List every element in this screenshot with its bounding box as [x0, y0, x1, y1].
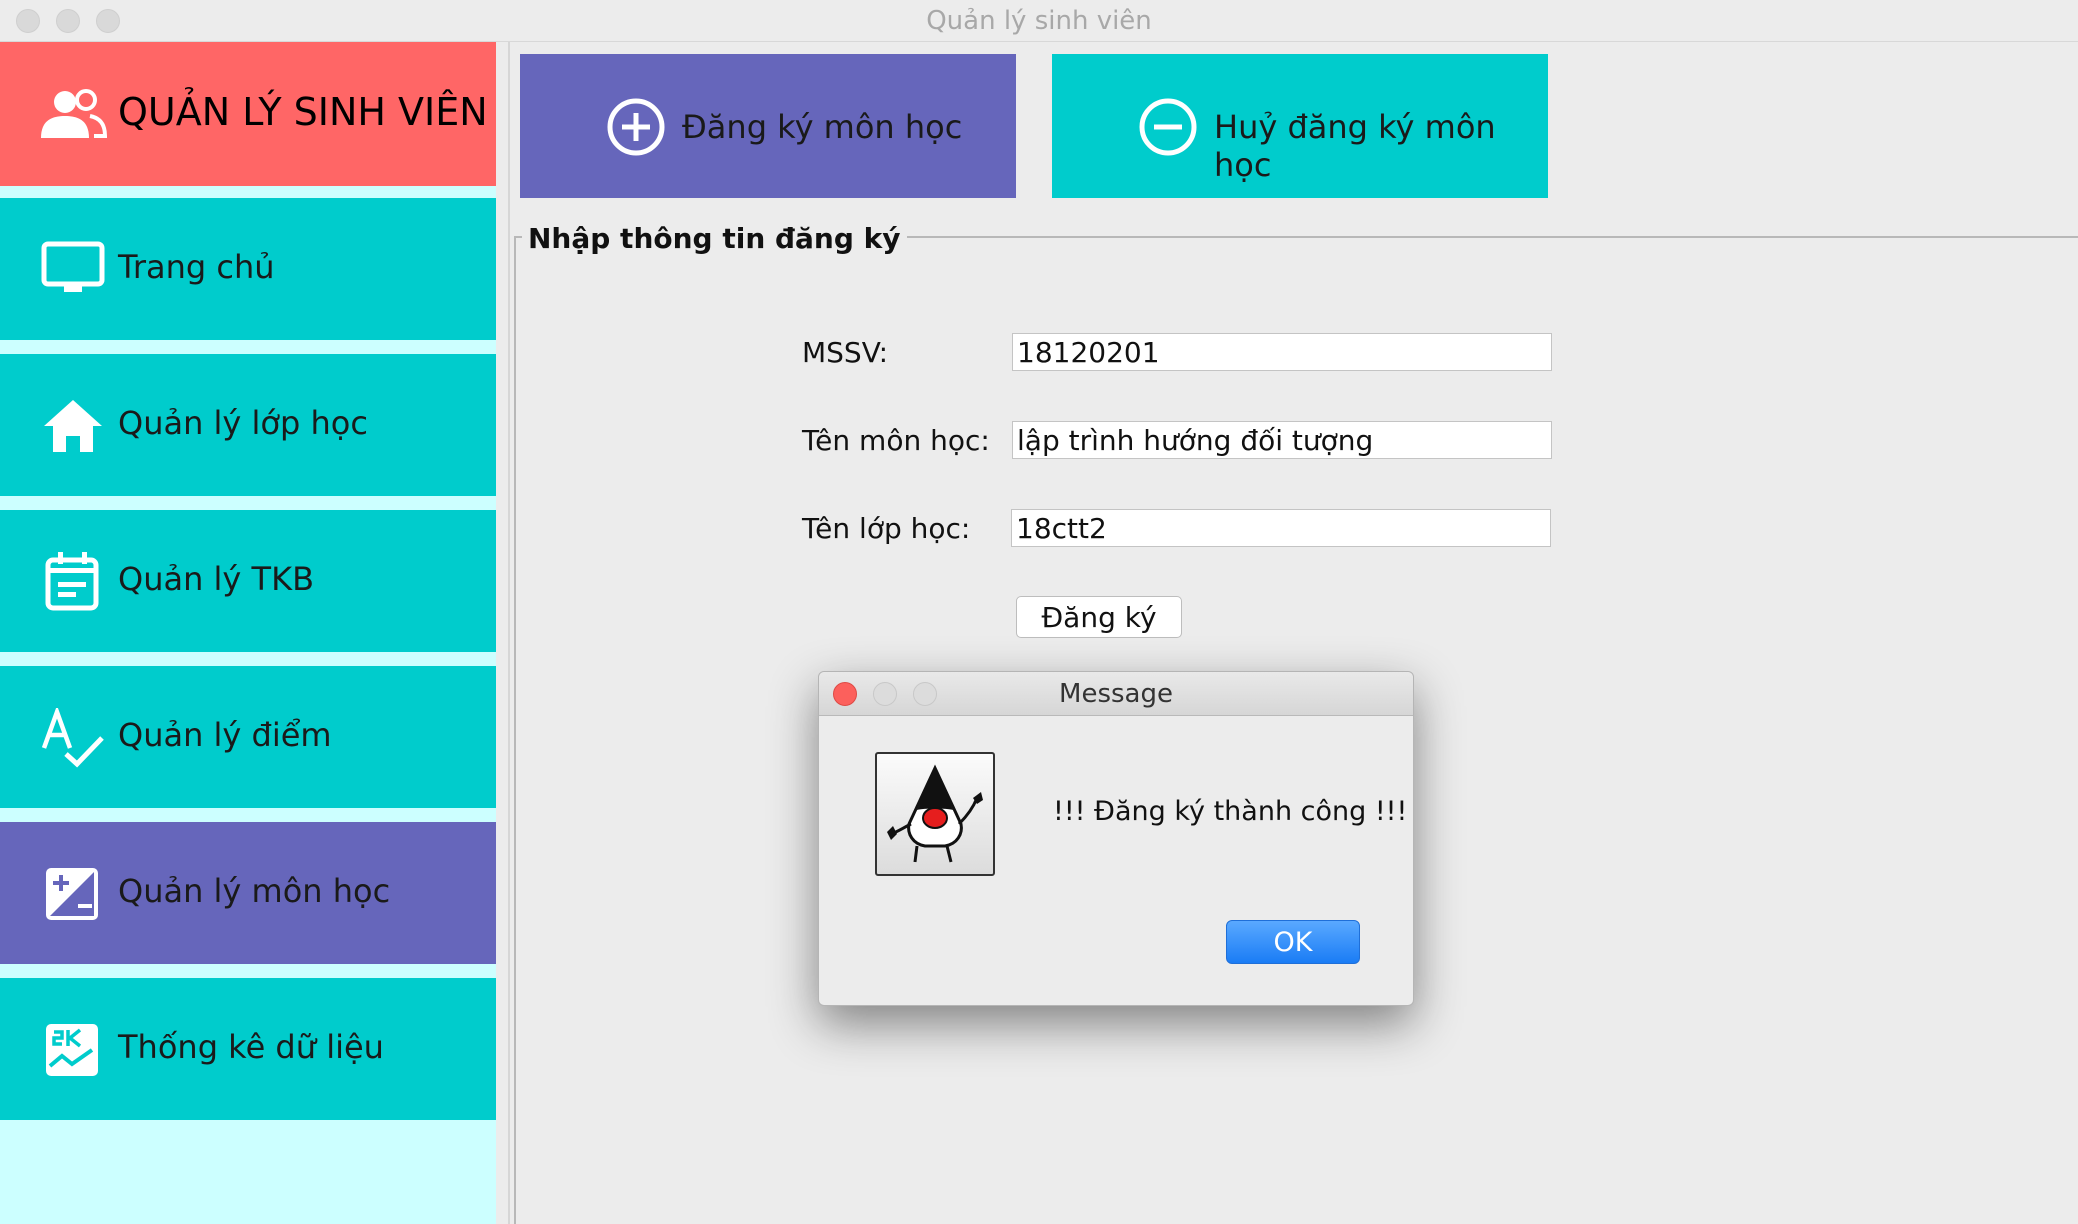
- nav-item-class-management[interactable]: Quản lý lớp học: [0, 354, 496, 496]
- users-icon: [41, 89, 108, 138]
- statistics-icon: [46, 1024, 98, 1076]
- nav-item-label: Quản lý TKB: [118, 560, 315, 598]
- app-title: QUẢN LÝ SINH VIÊN: [118, 90, 488, 134]
- nav-item-label: Quản lý lớp học: [118, 404, 368, 442]
- nav-item-timetable-management[interactable]: Quản lý TKB: [0, 510, 496, 652]
- dialog-message: !!! Đăng ký thành công !!!: [1053, 796, 1408, 827]
- message-dialog: Message !!! Đăng ký thành công !!! OK: [818, 671, 1414, 1006]
- class-name-label: Tên lớp học:: [802, 512, 971, 545]
- nav-item-statistics[interactable]: Thống kê dữ liệu: [0, 978, 496, 1120]
- mssv-input[interactable]: [1012, 333, 1552, 371]
- nav-item-home-page[interactable]: Trang chủ: [0, 198, 496, 340]
- ok-button[interactable]: OK: [1226, 920, 1360, 964]
- dialog-titlebar: Message: [819, 672, 1413, 716]
- sidebar: QUẢN LÝ SINH VIÊN Trang chủ Quản lý lớp …: [0, 42, 496, 1224]
- nav-item-label: Quản lý môn học: [118, 872, 391, 910]
- sidebar-header: QUẢN LÝ SINH VIÊN: [0, 42, 496, 186]
- grade-check-icon: [41, 708, 104, 768]
- monitor-icon: [41, 241, 105, 292]
- calendar-icon: [45, 552, 99, 611]
- group-title: Nhập thông tin đăng ký: [522, 222, 907, 255]
- subject-name-input[interactable]: [1012, 421, 1552, 459]
- window-titlebar: Quản lý sinh viên: [0, 0, 2078, 42]
- nav-item-label: Thống kê dữ liệu: [118, 1028, 384, 1066]
- minus-circle-icon: [1139, 98, 1197, 156]
- nav-item-label: Quản lý điểm: [118, 716, 332, 754]
- plus-minus-icon: [46, 868, 98, 920]
- nav-item-label: Trang chủ: [118, 248, 275, 286]
- register-subject-button[interactable]: Đăng ký môn học: [520, 54, 1016, 198]
- nav-item-subject-management[interactable]: Quản lý môn học: [0, 822, 496, 964]
- duke-mascot-icon: [887, 764, 983, 863]
- java-duke-icon: [875, 752, 995, 876]
- unregister-subject-label: Huỷ đăng ký môn học: [1214, 108, 1496, 184]
- submit-register-button[interactable]: Đăng ký: [1016, 596, 1182, 638]
- unregister-subject-button[interactable]: Huỷ đăng ký môn học: [1052, 54, 1548, 198]
- window-title: Quản lý sinh viên: [926, 6, 1152, 36]
- mssv-label: MSSV:: [802, 336, 889, 369]
- group-border-left: [514, 236, 516, 1224]
- subject-name-label: Tên môn học:: [802, 424, 990, 457]
- nav-item-grade-management[interactable]: Quản lý điểm: [0, 666, 496, 808]
- class-name-input[interactable]: [1011, 509, 1551, 547]
- home-icon: [44, 400, 102, 452]
- plus-circle-icon: [607, 98, 665, 156]
- panel-divider: [508, 42, 510, 1224]
- register-subject-label: Đăng ký môn học: [682, 108, 963, 146]
- dialog-title: Message: [1059, 679, 1173, 709]
